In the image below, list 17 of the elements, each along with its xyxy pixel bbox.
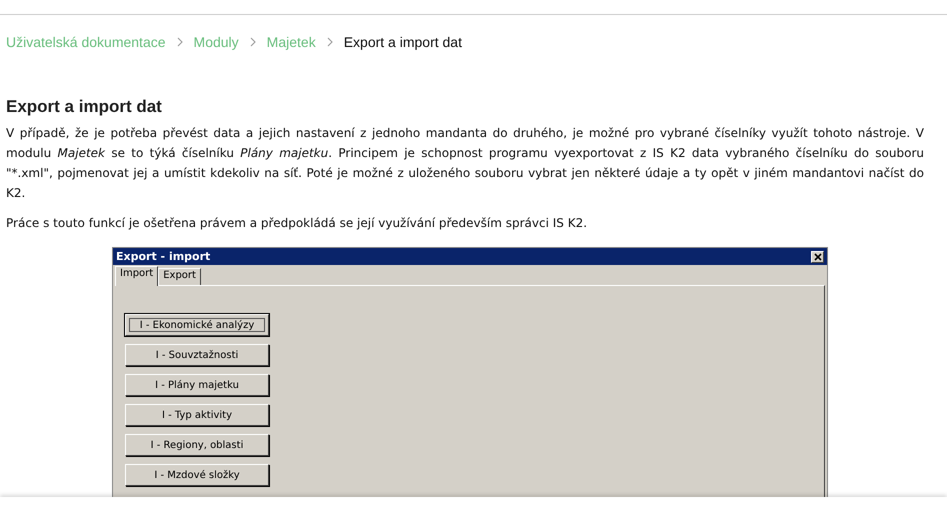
page-heading: Export a import dat [6, 97, 163, 117]
import-button[interactable]: I - Souvztažnosti [125, 344, 269, 366]
current-page-title: Export a import dat [344, 34, 462, 50]
paragraph: Práce s touto funkcí je ošetřena právem a předpokládá se její využívání především správci IS K2. [6, 215, 588, 232]
paragraph: V případě, že je potřeba převést data a jejich nastavení z jednoho mandanta do druhého, je možné pro vybrané číselníky využít tohoto nástroje. V modulu Majetek se to týká číselníku Plány majetku. Principem je schopnost programu vyexportovat z IS K2 data vybraného číselníku do souboru "*.xml", pojmenovat jej a umístit kdekoliv na síť. Poté je možné z uloženého souboru vybrat jen některé údaje a ty opět v jiném mandantovi načíst do K2. [6, 125, 924, 202]
import-button[interactable]: I - Mzdové složky [125, 464, 269, 486]
chevron-icon [176, 37, 184, 47]
import-button[interactable]: I - Regiony, oblasti [125, 434, 269, 456]
close-button[interactable] [811, 250, 824, 262]
tab[interactable]: Export [158, 268, 201, 285]
chevron-icon [248, 37, 257, 47]
import-button[interactable]: I - Ekonomické analýzy [125, 314, 269, 336]
tab[interactable]: Import [115, 266, 158, 286]
import-button[interactable]: I - Typ aktivity [125, 404, 269, 426]
dialog-title: Export - import [116, 250, 210, 263]
chevron-icon [326, 37, 334, 47]
import-button[interactable]: I - Plány majetku [125, 374, 269, 396]
